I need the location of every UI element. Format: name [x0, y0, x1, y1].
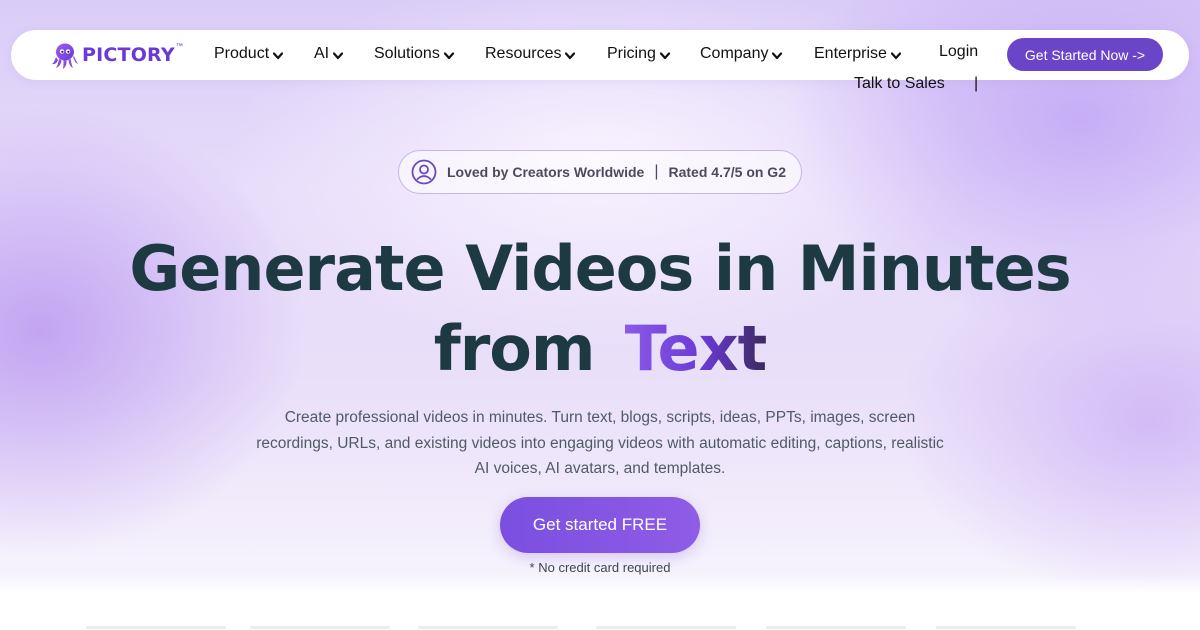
nav-separator: | — [974, 75, 979, 92]
social-proof-badge: Loved by Creators Worldwide | Rated 4.7/… — [398, 150, 802, 194]
headline-accent-word: Text — [624, 312, 768, 385]
hero-description: Create professional videos in minutes. T… — [256, 409, 944, 477]
card-edge — [250, 626, 390, 629]
nav-item-resources[interactable]: Resources — [485, 43, 576, 65]
nav-item-company[interactable]: Company — [700, 43, 783, 65]
no-credit-card-note: * No credit card required — [529, 560, 671, 575]
bottom-card-strip — [0, 624, 1200, 630]
brand-name: PICTORY — [82, 44, 175, 66]
chevron-down-icon — [890, 51, 901, 59]
hero-headline: Generate Videos in Minutes — [129, 232, 1071, 305]
login-link[interactable]: Login — [939, 43, 978, 61]
brand-logo[interactable]: PICTORY ™ — [51, 39, 183, 71]
get-started-now-button[interactable]: Get Started Now -> — [1007, 38, 1163, 71]
nav-item-label: Resources — [485, 45, 562, 62]
hero-headline-line2: from Text — [0, 312, 1200, 386]
chevron-down-icon — [659, 51, 670, 59]
chevron-down-icon — [565, 51, 576, 59]
chevron-down-icon — [333, 51, 344, 59]
nav-item-label: Company — [700, 45, 769, 62]
nav-item-pricing[interactable]: Pricing — [607, 43, 670, 65]
card-edge — [596, 626, 736, 629]
talk-to-sales-link[interactable]: Talk to Sales — [854, 75, 945, 93]
chevron-down-icon — [443, 51, 454, 59]
card-edge — [418, 626, 558, 629]
nav-item-solutions[interactable]: Solutions — [374, 43, 454, 65]
card-edge — [936, 626, 1076, 629]
nav-item-label: Enterprise — [814, 45, 887, 62]
nav-item-label: Pricing — [607, 45, 656, 62]
nav-item-ai[interactable]: AI — [314, 43, 344, 65]
octopus-icon — [52, 43, 78, 69]
nav-item-enterprise[interactable]: Enterprise — [814, 43, 901, 65]
badge-separator: | — [654, 163, 659, 180]
nav-item-label: Solutions — [374, 45, 440, 62]
bottom-fade — [0, 575, 1200, 630]
card-edge — [86, 626, 226, 629]
chevron-down-icon — [273, 51, 284, 59]
get-started-free-button[interactable]: Get started FREE — [500, 497, 700, 553]
top-navbar: PICTORY ™ Product AI Solutions Resources… — [11, 30, 1189, 80]
user-circle-icon — [411, 159, 437, 185]
nav-item-label: AI — [314, 45, 330, 62]
nav-item-label: Product — [214, 45, 270, 62]
loved-by-text: Loved by Creators Worldwide — [447, 164, 645, 180]
card-edge — [766, 626, 906, 629]
chevron-down-icon — [772, 51, 783, 59]
trademark-mark: ™ — [175, 42, 183, 50]
nav-item-product[interactable]: Product — [214, 43, 284, 65]
headline-prefix: from — [433, 312, 596, 385]
rating-text: Rated 4.7/5 on G2 — [668, 164, 786, 180]
